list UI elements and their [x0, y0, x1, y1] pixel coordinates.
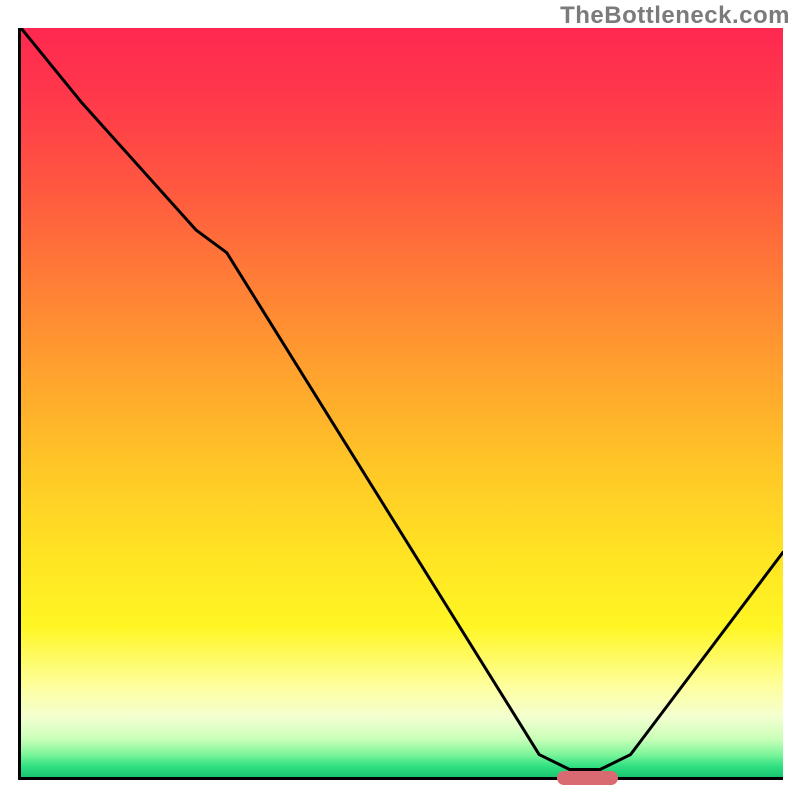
- plot-area: [18, 28, 783, 780]
- chart-container: TheBottleneck.com: [0, 0, 800, 800]
- optimal-marker: [557, 771, 618, 785]
- watermark-text: TheBottleneck.com: [560, 2, 790, 30]
- bottleneck-curve: [21, 28, 783, 777]
